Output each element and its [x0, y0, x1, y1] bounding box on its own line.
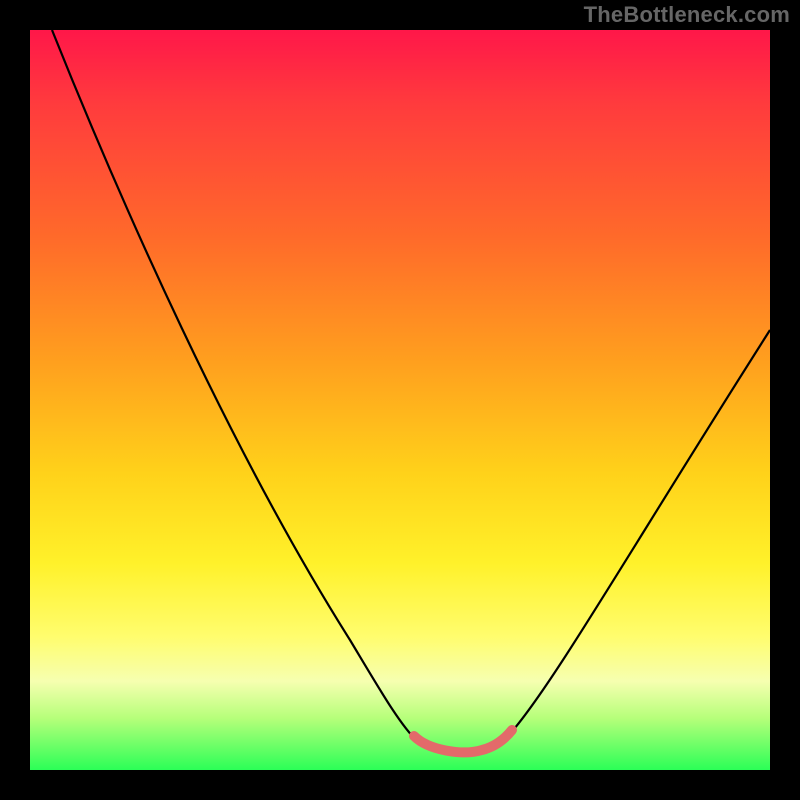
watermark-text: TheBottleneck.com — [584, 2, 790, 28]
optimal-range-highlight — [414, 730, 512, 752]
curve-left-branch — [52, 30, 418, 742]
curve-right-branch — [508, 330, 770, 736]
chart-frame: TheBottleneck.com — [0, 0, 800, 800]
plot-area — [30, 30, 770, 770]
curve-svg — [30, 30, 770, 770]
